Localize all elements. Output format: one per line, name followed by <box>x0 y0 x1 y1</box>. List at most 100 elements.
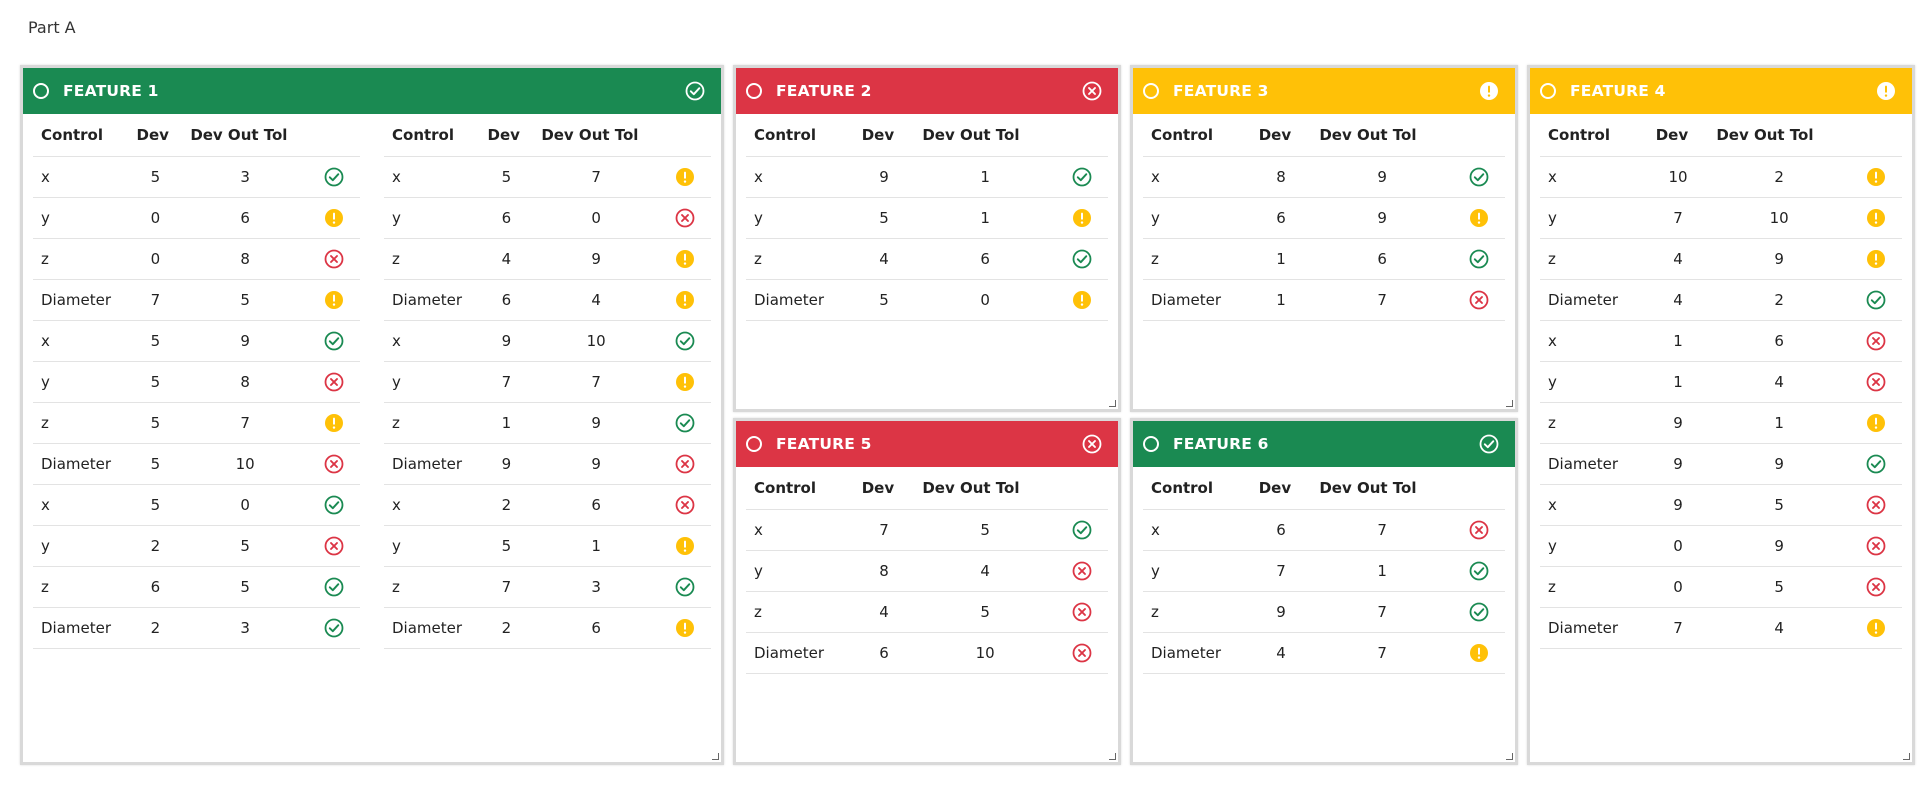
dev-cell: 6 <box>479 279 534 321</box>
status-cell <box>659 525 711 567</box>
select-circle-icon[interactable] <box>746 436 762 452</box>
status-cell <box>308 484 360 526</box>
resize-handle[interactable] <box>1903 753 1910 760</box>
check-circle-icon <box>675 331 695 351</box>
resize-handle[interactable] <box>1506 400 1513 407</box>
feature-header[interactable]: FEATURE 4 <box>1530 68 1912 114</box>
x-circle-icon <box>1469 290 1489 310</box>
dev-cell: 9 <box>479 320 534 362</box>
select-circle-icon[interactable] <box>1143 83 1159 99</box>
dev-cell: 7 <box>1647 607 1709 649</box>
table-row: Diameter 1 7 <box>1143 279 1505 321</box>
status-cell <box>659 320 711 362</box>
x-circle-icon <box>1866 536 1886 556</box>
feature-header[interactable]: FEATURE 6 <box>1133 421 1515 467</box>
status-cell <box>659 279 711 321</box>
status-cell <box>308 402 360 444</box>
col-header-status <box>308 114 360 157</box>
table-row: x95 <box>1540 484 1902 526</box>
table-row: y51 <box>384 525 711 567</box>
dev-cell: 10 <box>1647 156 1709 198</box>
feature-card-5: FEATURE 5 Control Dev Dev Out Tol x 7 5 y 8 4 z 4 5 D… <box>733 418 1121 765</box>
col-header-dev-out-tol: Dev Out Tol <box>914 114 1056 157</box>
check-circle-icon <box>675 413 695 433</box>
dev-cell: 7 <box>853 509 915 551</box>
resize-handle[interactable] <box>1109 753 1116 760</box>
control-cell: z <box>1143 238 1251 280</box>
resize-handle[interactable] <box>1506 753 1513 760</box>
control-cell: Diameter <box>33 607 129 649</box>
x-circle-icon <box>1072 602 1092 622</box>
check-circle-icon <box>685 81 705 101</box>
resize-handle[interactable] <box>1109 400 1116 407</box>
warning-icon <box>1866 249 1886 269</box>
dev-cell: 8 <box>853 550 915 592</box>
status-cell <box>1453 238 1505 280</box>
dev-out-tol-cell: 7 <box>1311 509 1453 551</box>
feature-tables: Control Dev Dev Out Tol x 8 9 y 6 9 z 1 6 Diameter 1 7 <box>1133 114 1515 321</box>
table-row: z05 <box>1540 566 1902 608</box>
select-circle-icon[interactable] <box>1540 83 1556 99</box>
warning-icon <box>1866 167 1886 187</box>
status-cell <box>659 566 711 608</box>
col-header-dev-out-tol: Dev Out Tol <box>1311 114 1453 157</box>
table-row: Diameter 5 10 <box>33 443 360 485</box>
table-row: Diameter 9 9 <box>1540 443 1902 485</box>
control-cell: z <box>384 402 480 444</box>
dev-cell: 5 <box>128 402 183 444</box>
resize-handle[interactable] <box>712 753 719 760</box>
dev-cell: 0 <box>128 238 183 280</box>
x-circle-icon <box>1866 577 1886 597</box>
control-table: Control Dev Dev Out Tol x 7 5 y 8 4 z 4 5 Diameter 6 1… <box>746 467 1108 674</box>
status-cell <box>1056 632 1108 674</box>
feature-header[interactable]: FEATURE 5 <box>736 421 1118 467</box>
dev-cell: 6 <box>1250 509 1312 551</box>
warning-icon <box>324 290 344 310</box>
col-header-dev: Dev <box>853 114 915 157</box>
dev-cell: 6 <box>1250 197 1312 239</box>
check-circle-icon <box>1479 434 1499 454</box>
col-header-status <box>1453 467 1505 510</box>
dev-cell: 2 <box>479 484 534 526</box>
feature-card-3: FEATURE 3 Control Dev Dev Out Tol x 8 9 y 6 9 z 1 6 D… <box>1130 65 1518 412</box>
col-header-control: Control <box>1540 114 1648 157</box>
feature-header[interactable]: FEATURE 2 <box>736 68 1118 114</box>
dev-cell: 4 <box>1647 279 1709 321</box>
control-cell: x <box>33 320 129 362</box>
select-circle-icon[interactable] <box>1143 436 1159 452</box>
dev-out-tol-cell: 9 <box>533 402 659 444</box>
check-circle-icon <box>1866 290 1886 310</box>
table-row: x59 <box>33 320 360 362</box>
select-circle-icon[interactable] <box>746 83 762 99</box>
dev-out-tol-cell: 6 <box>914 238 1056 280</box>
status-cell <box>1453 591 1505 633</box>
status-cell <box>659 197 711 239</box>
status-cell <box>308 279 360 321</box>
warning-icon <box>675 618 695 638</box>
control-cell: z <box>1540 566 1648 608</box>
dev-cell: 6 <box>853 632 915 674</box>
warning-icon <box>675 290 695 310</box>
table-row: Diameter 6 4 <box>384 279 711 321</box>
dev-out-tol-cell: 10 <box>914 632 1056 674</box>
col-header-status <box>659 114 711 157</box>
control-cell: x <box>384 156 480 198</box>
check-circle-icon <box>324 577 344 597</box>
control-cell: Diameter <box>1540 443 1648 485</box>
col-header-dev: Dev <box>1250 467 1312 510</box>
table-row: z49 <box>384 238 711 280</box>
warning-icon <box>1072 208 1092 228</box>
table-row: z97 <box>1143 591 1505 633</box>
table-row: x57 <box>384 156 711 198</box>
status-cell <box>1850 238 1902 280</box>
control-cell: z <box>746 591 854 633</box>
control-cell: x <box>1540 484 1648 526</box>
dev-cell: 9 <box>853 156 915 198</box>
dev-cell: 1 <box>1647 320 1709 362</box>
feature-header[interactable]: FEATURE 3 <box>1133 68 1515 114</box>
control-table: Control Dev Dev Out Tol x 5 3 y 0 6 z 0 8 Diameter 7 5… <box>33 114 360 649</box>
select-circle-icon[interactable] <box>33 83 49 99</box>
feature-header[interactable]: FEATURE 1 <box>23 68 721 114</box>
x-circle-icon <box>1082 81 1102 101</box>
control-cell: x <box>384 320 480 362</box>
